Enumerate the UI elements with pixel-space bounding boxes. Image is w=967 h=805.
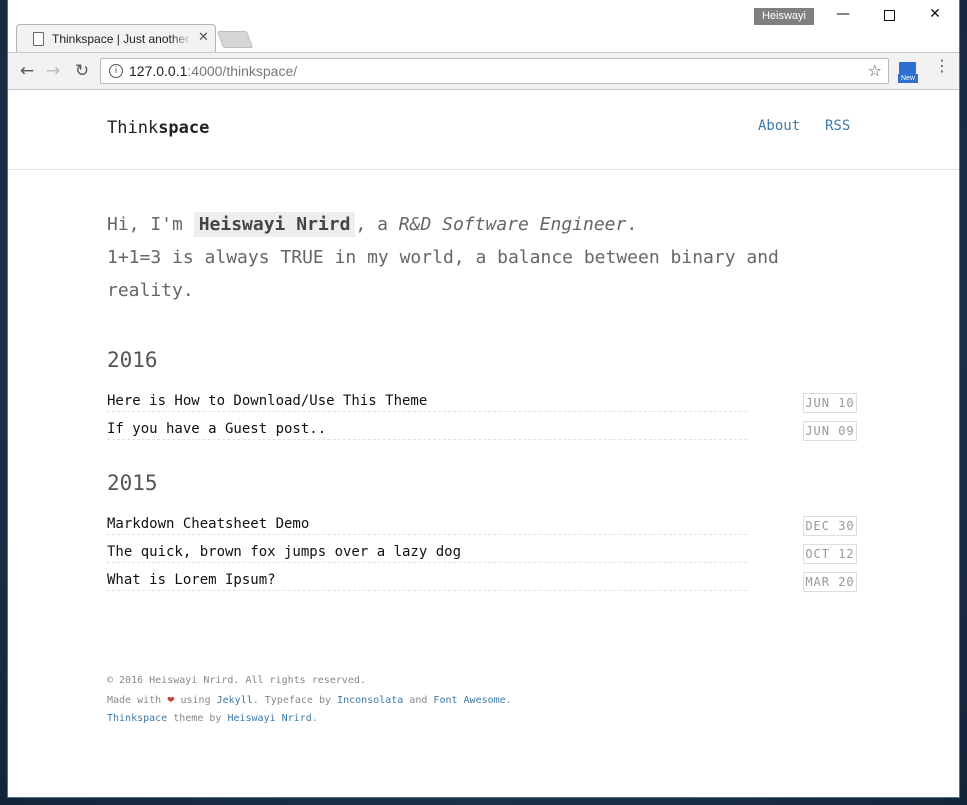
info-icon[interactable]: i [109,64,123,78]
page-icon [33,32,44,46]
intro-line2: 1+1=3 is always TRUE in my world, a bala… [107,247,779,301]
url-path: :4000/thinkspace/ [187,63,298,79]
close-window-button[interactable]: ✕ [912,6,958,22]
footer-period-2: . [311,713,318,724]
post-date: OCT 12 [803,544,857,564]
tab-title: Thinkspace | Just another [52,32,190,46]
extension-icon[interactable]: New [898,62,918,84]
inconsolata-link[interactable]: Inconsolata [337,695,403,706]
post-date: JUN 10 [803,393,857,413]
post-link[interactable]: The quick, brown fox jumps over a lazy d… [107,544,747,563]
post-link[interactable]: If you have a Guest post.. [107,421,747,440]
forward-icon[interactable]: → [42,61,64,81]
reload-icon[interactable]: ↻ [71,61,93,81]
year-heading: 2015 [107,471,158,495]
footer-and: and [409,695,428,706]
post-date: JUN 09 [803,421,857,441]
footer-theme: Thinkspace theme by Heiswayi Nrird. [107,710,512,728]
footer-period: . [505,695,512,706]
site-header: Thinkspace About RSS [8,90,959,170]
tab-close-icon[interactable]: ✕ [198,30,209,45]
nav-about-link[interactable]: About [758,118,800,134]
intro-text: Hi, I'm Heiswayi Nrird, a R&D Software E… [107,208,827,307]
footer-theme-by: theme by [173,713,222,724]
footer-copyright: © 2016 Heiswayi Nrird. All rights reserv… [107,675,366,686]
font-awesome-link[interactable]: Font Awesome [433,695,505,706]
heart-icon: ❤ [167,692,175,706]
intro-greeting: Hi, I'm [107,214,194,235]
new-tab-button[interactable] [216,31,254,48]
intro-name: Heiswayi Nrird [193,212,356,237]
footer-credits: Made with ❤ using Jekyll. Typeface by In… [107,690,512,710]
post-link[interactable]: What is Lorem Ipsum? [107,572,747,591]
brand-part2: space [158,118,210,138]
footer-typeface-by: . Typeface by [252,695,332,706]
url-host: 127.0.0.1 [129,63,188,79]
footer-made-with: Made with [107,695,162,706]
intro-mid: , a [355,214,399,235]
site-brand[interactable]: Thinkspace [107,118,209,138]
back-icon[interactable]: ← [16,61,38,81]
minimize-button[interactable]: — [820,6,866,22]
url-text[interactable]: 127.0.0.1:4000/thinkspace/ [129,63,297,79]
menu-icon[interactable]: ⋮ [934,58,950,74]
footer-using: using [180,695,211,706]
browser-toolbar: ← → ↻ i 127.0.0.1:4000/thinkspace/ ☆ New… [8,52,959,90]
extension-box-icon [899,62,916,74]
brand-part1: Think [107,118,159,138]
nav-rss-link[interactable]: RSS [825,118,850,134]
site-footer: © 2016 Heiswayi Nrird. All rights reserv… [107,672,512,728]
browser-window: Thinkspace | Just another ✕ Heiswayi — ✕… [8,0,959,797]
theme-link[interactable]: Thinkspace [107,713,167,724]
year-heading: 2016 [107,348,158,372]
author-link[interactable]: Heiswayi Nrird [227,713,311,724]
post-link[interactable]: Markdown Cheatsheet Demo [107,516,747,535]
post-link[interactable]: Here is How to Download/Use This Theme [107,393,747,412]
post-date: MAR 20 [803,572,857,592]
intro-role: R&D Software Engineer [398,214,627,235]
star-icon[interactable]: ☆ [868,61,882,80]
title-bar: Thinkspace | Just another ✕ Heiswayi — ✕ [8,0,959,53]
address-bar[interactable]: i 127.0.0.1:4000/thinkspace/ ☆ [100,58,889,84]
profile-badge[interactable]: Heiswayi [754,8,814,25]
jekyll-link[interactable]: Jekyll [217,695,253,706]
maximize-button[interactable] [866,6,912,25]
maximize-icon [883,10,895,21]
browser-tab[interactable]: Thinkspace | Just another ✕ [16,24,216,53]
post-date: DEC 30 [803,516,857,536]
web-page: Thinkspace About RSS Hi, I'm Heiswayi Nr… [8,90,959,797]
intro-end: . [626,214,638,235]
extension-badge: New [898,74,918,83]
